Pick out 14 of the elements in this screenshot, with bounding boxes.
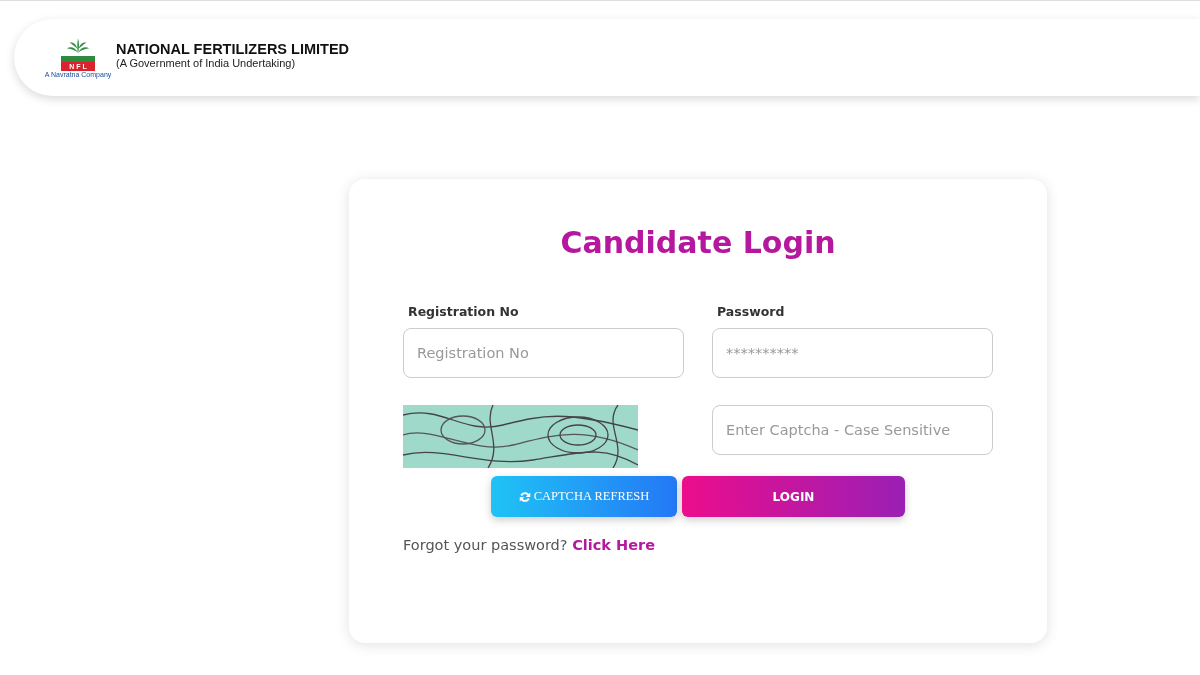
captcha-field[interactable]: Enter Captcha - Case Sensitive <box>712 405 993 455</box>
click-here-link[interactable]: Click Here <box>572 537 655 553</box>
login-button[interactable]: LOGIN <box>682 476 905 517</box>
forgot-password-text: Forgot your password? Click Here <box>403 537 656 553</box>
login-title: Candidate Login <box>559 224 837 262</box>
input-field[interactable]: Registration No <box>403 328 684 378</box>
input-field[interactable]: ********** <box>712 328 993 378</box>
company-subtitle: (A Government of India Undertaking) <box>116 56 297 69</box>
field-label: Password <box>717 304 786 319</box>
logo-band <box>61 55 95 62</box>
field-label: Registration No <box>408 304 520 319</box>
refresh-icon <box>518 490 531 503</box>
company-name: NATIONAL FERTILIZERS LIMITED <box>116 40 350 57</box>
captcha-refresh-button[interactable]: CAPTCHA REFRESH <box>491 476 677 517</box>
